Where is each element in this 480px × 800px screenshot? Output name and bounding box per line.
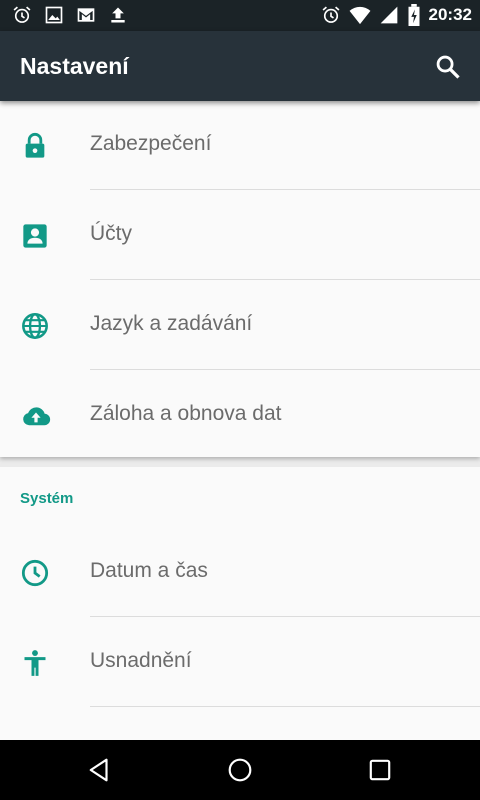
settings-item-security[interactable]: Zabezpečení [0, 101, 480, 190]
navigation-bar [0, 740, 480, 800]
divider [90, 616, 480, 617]
divider [90, 706, 480, 707]
back-icon[interactable] [87, 757, 113, 783]
status-bar-system: 20:32 [321, 4, 472, 26]
signal-icon [379, 5, 399, 25]
settings-item-label: Zabezpečení [90, 132, 212, 155]
image-icon [44, 5, 64, 25]
page-title: Nastavení [20, 53, 129, 79]
settings-item-accounts[interactable]: Účty [0, 191, 480, 280]
settings-item-label: Datum a čas [90, 559, 208, 582]
cloud-upload-icon [21, 402, 51, 430]
home-icon[interactable] [227, 757, 253, 783]
alarm-icon [321, 5, 341, 25]
settings-item-label: Usnadnění [90, 649, 192, 672]
settings-item-label: Záloha a obnova dat [90, 402, 282, 425]
globe-icon [21, 312, 49, 340]
upload-icon [108, 5, 128, 25]
lock-icon [21, 132, 49, 160]
settings-item-accessibility[interactable]: Usnadnění [0, 618, 480, 707]
wifi-icon [349, 5, 371, 25]
toolbar: Nastavení [0, 31, 480, 101]
section-header-system: Systém [20, 490, 74, 507]
system-settings-card: Systém Datum a čas Usnadnění [0, 467, 480, 740]
settings-item-backup[interactable]: Záloha a obnova dat [0, 371, 480, 460]
account-icon [21, 222, 49, 250]
personal-settings-card: Zabezpečení Účty Jazyk a zadávání Záloha… [0, 101, 480, 457]
alarm-icon [12, 5, 32, 25]
gmail-icon [76, 5, 96, 25]
clock-icon [21, 559, 49, 587]
recents-icon[interactable] [367, 757, 393, 783]
divider [90, 189, 480, 190]
status-bar: 20:32 [0, 0, 480, 31]
divider [90, 279, 480, 280]
settings-item-language[interactable]: Jazyk a zadávání [0, 281, 480, 370]
search-icon[interactable] [434, 53, 462, 81]
battery-charging-icon [407, 4, 421, 26]
divider [90, 369, 480, 370]
status-bar-notifications [12, 5, 128, 25]
settings-item-label: Účty [90, 222, 132, 245]
settings-item-label: Jazyk a zadávání [90, 312, 253, 335]
accessibility-icon [21, 649, 49, 677]
status-time: 20:32 [428, 5, 472, 24]
settings-item-date-time[interactable]: Datum a čas [0, 528, 480, 617]
